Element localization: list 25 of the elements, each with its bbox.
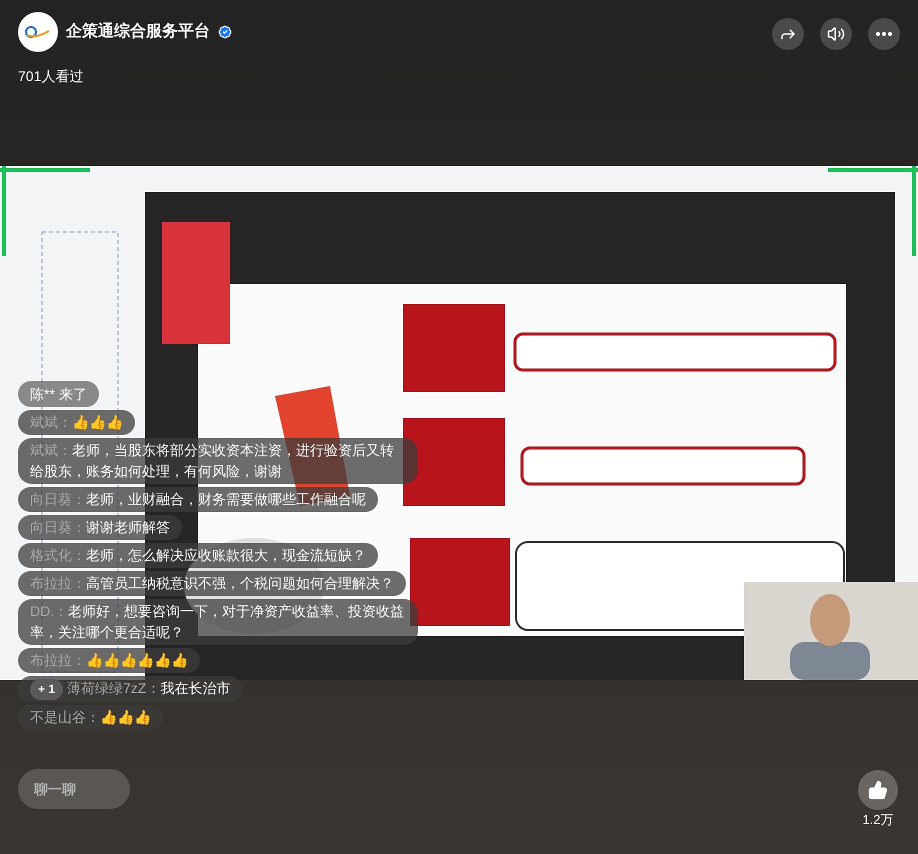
volume-button[interactable] <box>820 18 852 50</box>
view-count: 701人看过 <box>17 67 84 86</box>
chat-input[interactable]: 聊一聊 <box>18 769 130 809</box>
chat-comment: 布拉拉：高管员工纳税意识不强，个税问题如何合理解决？ <box>18 571 406 596</box>
channel-avatar[interactable] <box>18 12 58 52</box>
chat-comment: 斌斌：老师，当股东将部分实收资本注资，进行验资后又转给股东，账务如何处理，有何风险，谢谢 <box>18 438 418 484</box>
chat-comment: 向日葵：谢谢老师解答 <box>18 515 182 540</box>
chat-comment: 格式化：老师，怎么解决应收账款很大，现金流短缺？ <box>18 543 378 568</box>
volume-icon <box>827 25 845 43</box>
chat-comment: 向日葵：老师，业财融合，财务需要做哪些工作融合呢 <box>18 487 378 512</box>
chat-comment: 斌斌：👍👍👍 <box>18 410 135 435</box>
share-button[interactable] <box>772 18 804 50</box>
logo-icon <box>25 25 51 39</box>
like-count: 1.2万 <box>862 811 894 829</box>
count-badge: + 1 <box>30 679 64 700</box>
like-button[interactable] <box>858 770 898 810</box>
channel-name: 企策通综合服务平台 <box>66 21 210 42</box>
chat-comment: DD.：老师好，想要咨询一下，对于净资产收益率、投资收益率，关注哪个更合适呢？ <box>18 599 418 645</box>
chat-comment: + 1 薄荷绿绿7zZ：我在长治市 <box>18 676 242 702</box>
more-icon <box>876 32 892 36</box>
chat-comment: 不是山谷：👍👍👍 <box>18 705 163 730</box>
more-button[interactable] <box>868 18 900 50</box>
chat-comment: 布拉拉：👍👍👍👍👍👍 <box>18 648 200 673</box>
thumbs-up-icon <box>868 780 888 800</box>
join-notice: 陈** 来了 <box>18 381 99 407</box>
